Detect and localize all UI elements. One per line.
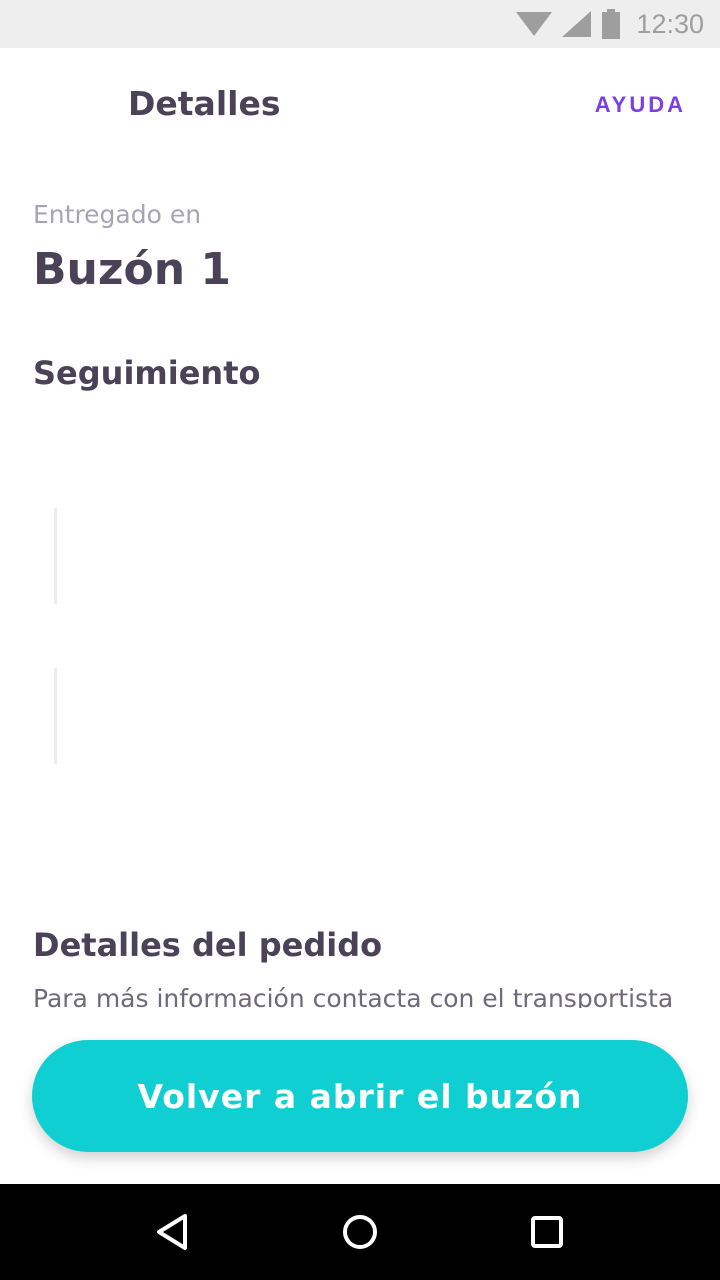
screen: 12:30 Detalles AYUDA Entregado en Buzón … xyxy=(0,0,720,1280)
navigation-bar xyxy=(0,1184,720,1280)
status-bar: 12:30 xyxy=(0,0,720,48)
recents-icon[interactable] xyxy=(507,1192,587,1272)
details-content[interactable]: Entregado en Buzón 1 Seguimiento Detalle… xyxy=(0,164,720,1008)
battery-icon xyxy=(602,9,621,39)
delivery-location: Buzón 1 xyxy=(33,244,231,295)
tracking-title: Seguimiento xyxy=(33,354,261,392)
help-button[interactable]: AYUDA xyxy=(595,92,686,118)
timeline-connector xyxy=(54,508,57,604)
wifi-icon xyxy=(516,10,553,38)
timeline-connector xyxy=(54,668,57,764)
order-details-text: Para más información contacta con el tra… xyxy=(33,984,674,1008)
bottom-action-area: Volver a abrir el buzón xyxy=(0,1008,720,1184)
order-details-title: Detalles del pedido xyxy=(33,926,383,964)
page-title: Detalles xyxy=(128,84,281,123)
home-icon[interactable] xyxy=(320,1192,400,1272)
app-bar: Detalles AYUDA xyxy=(0,48,720,164)
status-time: 12:30 xyxy=(636,8,704,39)
back-icon[interactable] xyxy=(133,1192,213,1272)
delivered-at-label: Entregado en xyxy=(33,200,202,229)
cell-signal-icon xyxy=(562,10,592,38)
reopen-mailbox-button[interactable]: Volver a abrir el buzón xyxy=(32,1040,688,1152)
